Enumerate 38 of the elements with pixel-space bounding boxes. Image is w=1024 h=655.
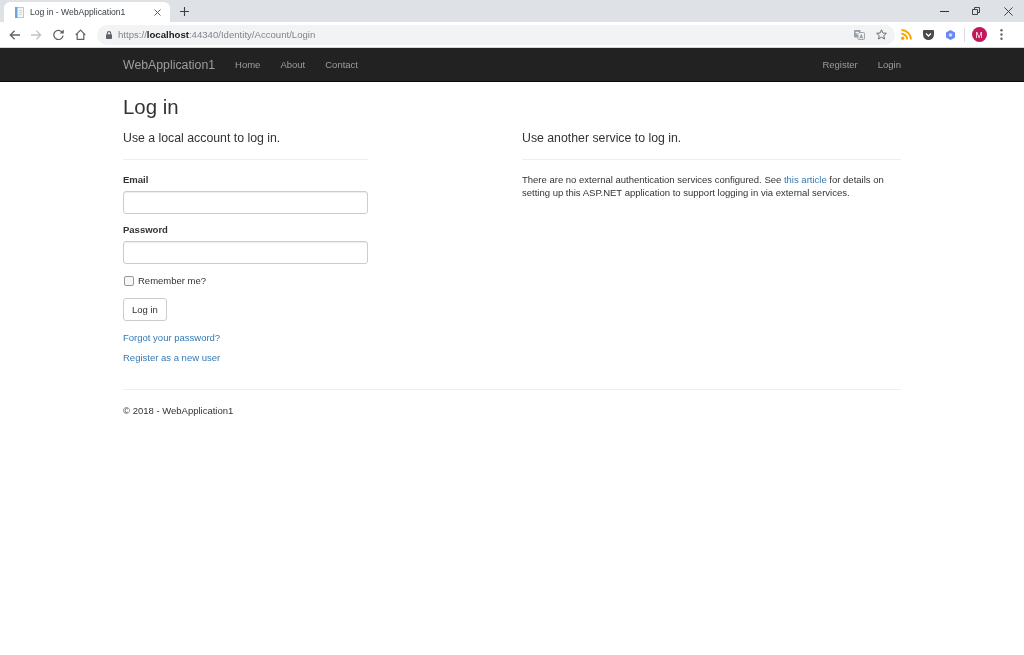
close-icon[interactable] <box>154 8 161 16</box>
close-icon[interactable] <box>1003 6 1013 16</box>
page-title: Log in <box>123 96 179 118</box>
plus-icon[interactable] <box>180 7 189 16</box>
brand-link[interactable]: WebApplication1 <box>123 57 216 72</box>
pocket-icon[interactable] <box>922 29 934 40</box>
article-link[interactable]: this article <box>783 173 827 185</box>
reload-icon[interactable] <box>52 29 64 40</box>
login-button[interactable]: Log in <box>123 297 167 321</box>
page-icon <box>15 6 24 18</box>
section-heading: Use a local account to log in. <box>123 132 281 146</box>
profile-button[interactable]: M <box>971 27 987 42</box>
link[interactable]: Forgot your password? <box>123 331 221 343</box>
footer-text: © 2018 - WebApplication1 <box>123 403 234 418</box>
home-icon[interactable] <box>74 29 86 40</box>
more-icon[interactable] <box>999 29 1003 40</box>
minimize-icon[interactable] <box>939 10 949 12</box>
lock-icon <box>106 30 112 39</box>
nav-link[interactable]: About <box>270 59 316 70</box>
checkbox[interactable] <box>124 275 134 286</box>
address-field[interactable]: https://localhost:44340/Identity/Account/Login <box>97 24 895 45</box>
nav-link[interactable]: Login <box>867 59 911 70</box>
restore-icon[interactable] <box>972 7 980 15</box>
nav-link[interactable]: Contact <box>315 59 368 70</box>
browser-tab[interactable]: Log in - WebApplication1 <box>4 2 170 22</box>
link[interactable]: Register as a new user <box>123 351 221 363</box>
nav-link[interactable]: Register <box>812 59 868 70</box>
field-label: Email <box>123 172 149 187</box>
checkbox-label[interactable]: Remember me? <box>138 273 207 288</box>
hexagon-icon[interactable] <box>945 29 955 40</box>
info-text: There are no external authentication services configured. See this article for details on setting up this ASP.NET application to support logging in via external services. <box>522 172 885 200</box>
field-label: Password <box>123 222 168 237</box>
input-field[interactable] <box>123 240 368 264</box>
star-icon[interactable] <box>876 29 887 40</box>
nav-link[interactable]: Home <box>225 59 271 70</box>
back-arrow-icon[interactable] <box>8 29 20 40</box>
input-field[interactable] <box>123 190 368 214</box>
section-heading: Use another service to log in. <box>522 132 682 146</box>
